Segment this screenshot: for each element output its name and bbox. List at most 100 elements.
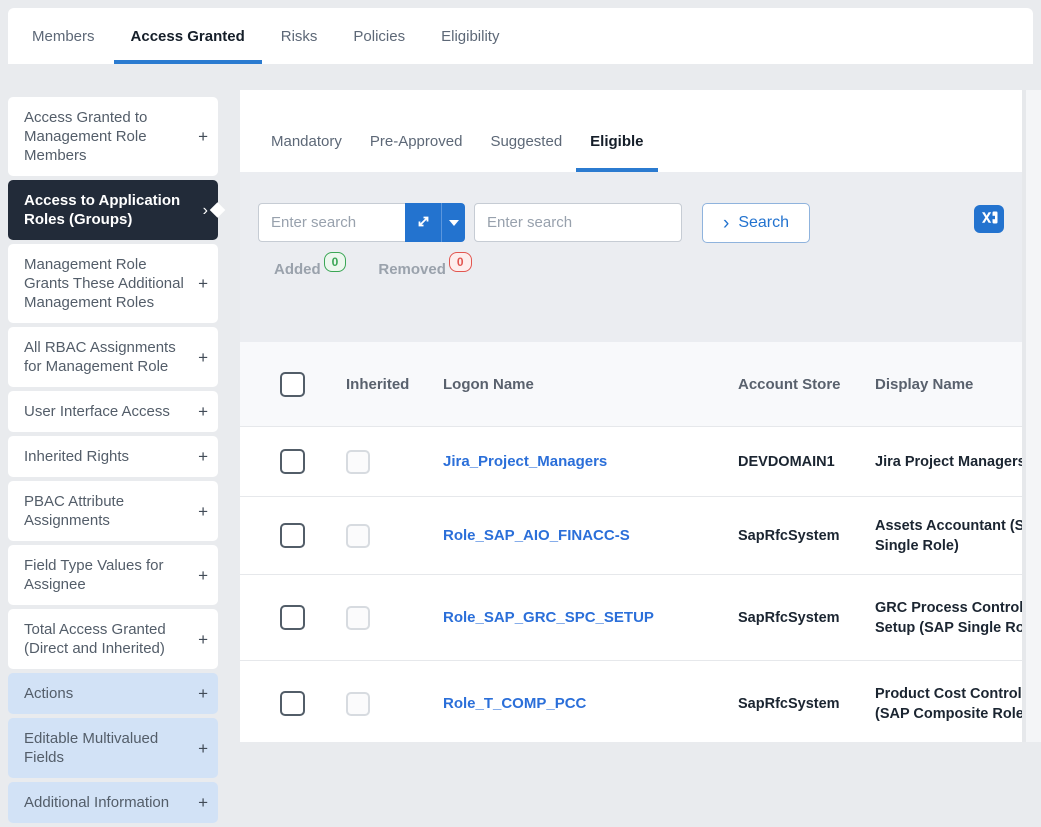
logon-name-link[interactable]: Role_T_COMP_PCC <box>443 695 586 712</box>
table-row: Jira_Project_Managers DEVDOMAIN1 Jira Pr… <box>240 427 1022 497</box>
diagonal-resize-arrow-icon <box>416 214 431 232</box>
sidebar-item-label: Additional Information <box>24 793 169 812</box>
table-row: Role_SAP_GRC_SPC_SETUP SapRfcSystem GRC … <box>240 575 1022 661</box>
expand-plus-icon[interactable]: + <box>198 793 208 812</box>
column-header-account-store: Account Store <box>738 376 875 393</box>
sidebar-item-label: Inherited Rights <box>24 447 129 466</box>
tab-risks[interactable]: Risks <box>264 8 335 64</box>
sidebar-item-field-type-values[interactable]: Field Type Values for Assignee + <box>8 545 218 605</box>
sidebar-item-access-to-application-roles[interactable]: Access to Application Roles (Groups) › <box>8 180 218 240</box>
table-header-row: Inherited Logon Name Account Store Displ… <box>240 342 1022 427</box>
sidebar-item-total-access-granted[interactable]: Total Access Granted (Direct and Inherit… <box>8 609 218 669</box>
expand-plus-icon[interactable]: + <box>198 739 208 758</box>
search-options-dropdown-button[interactable] <box>441 203 465 242</box>
removed-label: Removed <box>378 261 446 278</box>
account-store-cell: SapRfcSystem <box>738 608 875 628</box>
column-header-display-name: Display Name <box>875 376 1022 393</box>
inherited-checkbox[interactable] <box>346 524 370 548</box>
sidebar-item-label: Field Type Values for Assignee <box>24 556 192 594</box>
expand-plus-icon[interactable]: + <box>198 274 208 293</box>
tab-eligibility[interactable]: Eligibility <box>424 8 516 64</box>
account-store-cell: SapRfcSystem <box>738 526 875 546</box>
tab-mandatory[interactable]: Mandatory <box>257 133 356 172</box>
sidebar-item-label: Access Granted to Management Role Member… <box>24 108 192 165</box>
added-counter: Added 0 <box>274 261 346 281</box>
excel-icon <box>980 209 999 229</box>
search-input-left[interactable] <box>258 203 405 242</box>
sidebar-item-pbac-attribute-assignments[interactable]: PBAC Attribute Assignments + <box>8 481 218 541</box>
sidebar-item-label: Actions <box>24 684 73 703</box>
row-select-checkbox[interactable] <box>280 605 305 630</box>
tab-access-granted[interactable]: Access Granted <box>114 8 262 64</box>
display-name-cell: Assets Accountant (SAP Single Role) <box>875 516 1022 556</box>
logon-name-link[interactable]: Role_SAP_GRC_SPC_SETUP <box>443 609 654 626</box>
select-all-checkbox[interactable] <box>280 372 305 397</box>
expand-plus-icon[interactable]: + <box>198 447 208 466</box>
tab-pre-approved[interactable]: Pre-Approved <box>356 133 477 172</box>
display-name-cell: GRC Process Control - Setup (SAP Single … <box>875 598 1022 638</box>
tab-policies[interactable]: Policies <box>336 8 422 64</box>
chevron-right-icon: › <box>723 214 729 233</box>
sidebar-item-access-granted-members[interactable]: Access Granted to Management Role Member… <box>8 97 218 176</box>
sidebar-item-actions[interactable]: Actions + <box>8 673 218 714</box>
row-select-checkbox[interactable] <box>280 523 305 548</box>
window-tab-bar: Members Access Granted Risks Policies El… <box>8 8 1033 64</box>
content-tab-bar: Mandatory Pre-Approved Suggested Eligibl… <box>240 90 1022 172</box>
table-row: Role_T_COMP_PCC SapRfcSystem Product Cos… <box>240 661 1022 742</box>
inherited-checkbox[interactable] <box>346 606 370 630</box>
added-label: Added <box>274 261 321 278</box>
table-row: Role_SAP_AIO_FINACC-S SapRfcSystem Asset… <box>240 497 1022 575</box>
display-name-cell: Product Cost Controlling (SAP Composite … <box>875 684 1022 724</box>
inherited-checkbox[interactable] <box>346 450 370 474</box>
removed-count-badge: 0 <box>449 252 472 272</box>
added-count-badge: 0 <box>324 252 347 272</box>
eligible-roles-table: Inherited Logon Name Account Store Displ… <box>240 342 1022 742</box>
sidebar-item-label: Management Role Grants These Additional … <box>24 255 192 312</box>
column-header-logon-name: Logon Name <box>443 376 738 393</box>
search-button-label: Search <box>738 214 789 232</box>
row-select-checkbox[interactable] <box>280 449 305 474</box>
removed-counter: Removed 0 <box>378 261 471 281</box>
tab-eligible[interactable]: Eligible <box>576 133 657 172</box>
expand-plus-icon[interactable]: + <box>198 502 208 521</box>
sidebar-item-label: Editable Multivalued Fields <box>24 729 192 767</box>
account-store-cell: SapRfcSystem <box>738 694 875 714</box>
sidebar-item-label: PBAC Attribute Assignments <box>24 492 192 530</box>
chevron-right-icon: › <box>203 201 208 220</box>
expand-plus-icon[interactable]: + <box>198 127 208 146</box>
sidebar-item-additional-information[interactable]: Additional Information + <box>8 782 218 823</box>
sidebar-item-inherited-rights[interactable]: Inherited Rights + <box>8 436 218 477</box>
excel-export-button[interactable] <box>974 205 1004 233</box>
sidebar-item-user-interface-access[interactable]: User Interface Access + <box>8 391 218 432</box>
logon-name-link[interactable]: Jira_Project_Managers <box>443 453 607 470</box>
search-input-right[interactable] <box>474 203 682 242</box>
account-store-cell: DEVDOMAIN1 <box>738 452 875 472</box>
expand-plus-icon[interactable]: + <box>198 402 208 421</box>
search-button[interactable]: › Search <box>702 203 810 243</box>
expand-plus-icon[interactable]: + <box>198 566 208 585</box>
sidebar: Access Granted to Management Role Member… <box>8 97 218 827</box>
search-split-button <box>405 203 465 242</box>
expand-search-button[interactable] <box>405 203 441 242</box>
sidebar-item-management-role-grants[interactable]: Management Role Grants These Additional … <box>8 244 218 323</box>
column-header-inherited: Inherited <box>346 376 443 393</box>
expand-plus-icon[interactable]: + <box>198 684 208 703</box>
tab-members[interactable]: Members <box>15 8 112 64</box>
expand-plus-icon[interactable]: + <box>198 630 208 649</box>
main-panel: Mandatory Pre-Approved Suggested Eligibl… <box>240 90 1022 742</box>
sidebar-item-label: All RBAC Assignments for Management Role <box>24 338 192 376</box>
caret-down-icon <box>449 220 459 226</box>
expand-plus-icon[interactable]: + <box>198 348 208 367</box>
sidebar-item-editable-multivalued-fields[interactable]: Editable Multivalued Fields + <box>8 718 218 778</box>
row-select-checkbox[interactable] <box>280 691 305 716</box>
vertical-scrollbar[interactable] <box>1022 90 1041 742</box>
sidebar-item-all-rbac-assignments[interactable]: All RBAC Assignments for Management Role… <box>8 327 218 387</box>
change-counters: Added 0 Removed 0 <box>274 261 1004 281</box>
search-toolbar: › Search Added 0 Removed 0 <box>240 172 1022 342</box>
sidebar-item-label: Total Access Granted (Direct and Inherit… <box>24 620 192 658</box>
display-name-cell: Jira Project Managers <box>875 452 1022 472</box>
inherited-checkbox[interactable] <box>346 692 370 716</box>
sidebar-item-label: Access to Application Roles (Groups) <box>24 191 197 229</box>
logon-name-link[interactable]: Role_SAP_AIO_FINACC-S <box>443 527 630 544</box>
tab-suggested[interactable]: Suggested <box>476 133 576 172</box>
